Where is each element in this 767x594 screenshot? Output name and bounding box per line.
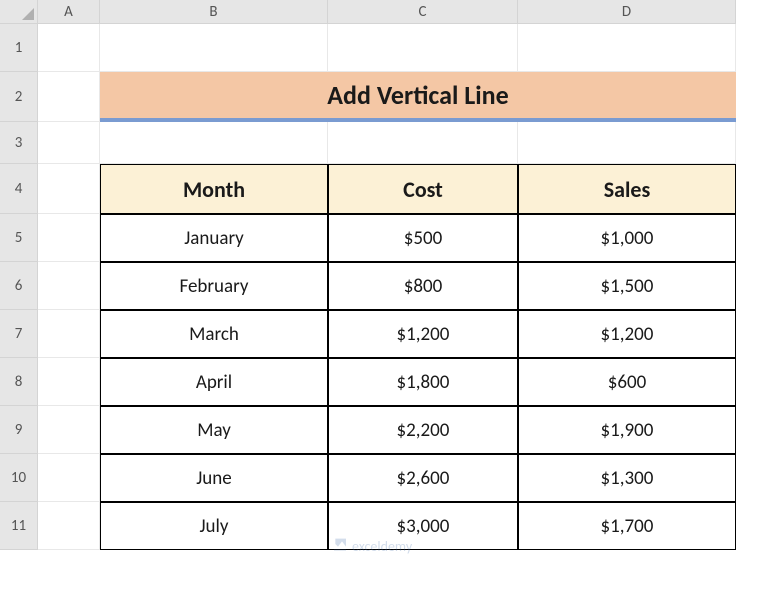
cell-a7[interactable] [38, 310, 100, 358]
col-header-b[interactable]: B [100, 0, 328, 24]
cell-b1[interactable] [100, 24, 328, 72]
header-sales[interactable]: Sales [518, 164, 736, 214]
row-header-8[interactable]: 8 [0, 358, 38, 406]
row-header-11[interactable]: 11 [0, 502, 38, 550]
select-all-corner[interactable] [0, 0, 38, 24]
cell-a2[interactable] [38, 72, 100, 122]
row-header-7[interactable]: 7 [0, 310, 38, 358]
row-header-9[interactable]: 9 [0, 406, 38, 454]
cell-a3[interactable] [38, 122, 100, 164]
cell-sales-1[interactable]: $1,500 [518, 262, 736, 310]
cell-cost-1[interactable]: $800 [328, 262, 518, 310]
header-cost[interactable]: Cost [328, 164, 518, 214]
cell-month-4[interactable]: May [100, 406, 328, 454]
cell-d3[interactable] [518, 122, 736, 164]
cell-a4[interactable] [38, 164, 100, 214]
cell-cost-5[interactable]: $2,600 [328, 454, 518, 502]
row-header-4[interactable]: 4 [0, 164, 38, 214]
cell-cost-3[interactable]: $1,800 [328, 358, 518, 406]
row-header-5[interactable]: 5 [0, 214, 38, 262]
cell-sales-2[interactable]: $1,200 [518, 310, 736, 358]
cell-a6[interactable] [38, 262, 100, 310]
cell-a8[interactable] [38, 358, 100, 406]
cell-c1[interactable] [328, 24, 518, 72]
cell-cost-2[interactable]: $1,200 [328, 310, 518, 358]
title-cell[interactable]: Add Vertical Line [100, 72, 736, 122]
col-header-a[interactable]: A [38, 0, 100, 24]
cell-sales-5[interactable]: $1,300 [518, 454, 736, 502]
cell-month-3[interactable]: April [100, 358, 328, 406]
row-header-3[interactable]: 3 [0, 122, 38, 164]
cell-a10[interactable] [38, 454, 100, 502]
cell-c3[interactable] [328, 122, 518, 164]
cell-sales-0[interactable]: $1,000 [518, 214, 736, 262]
spreadsheet: A B C D 1 2 Add Vertical Line 3 4 Month … [0, 0, 767, 550]
row-header-1[interactable]: 1 [0, 24, 38, 72]
cell-a1[interactable] [38, 24, 100, 72]
cell-month-0[interactable]: January [100, 214, 328, 262]
cell-d1[interactable] [518, 24, 736, 72]
row-header-6[interactable]: 6 [0, 262, 38, 310]
cell-a11[interactable] [38, 502, 100, 550]
col-header-c[interactable]: C [328, 0, 518, 24]
cell-a5[interactable] [38, 214, 100, 262]
cell-sales-4[interactable]: $1,900 [518, 406, 736, 454]
col-header-d[interactable]: D [518, 0, 736, 24]
header-month[interactable]: Month [100, 164, 328, 214]
cell-cost-4[interactable]: $2,200 [328, 406, 518, 454]
row-header-10[interactable]: 10 [0, 454, 38, 502]
cell-sales-3[interactable]: $600 [518, 358, 736, 406]
cell-month-1[interactable]: February [100, 262, 328, 310]
cell-b3[interactable] [100, 122, 328, 164]
cell-cost-0[interactable]: $500 [328, 214, 518, 262]
cell-sales-6[interactable]: $1,700 [518, 502, 736, 550]
cell-month-2[interactable]: March [100, 310, 328, 358]
cell-month-6[interactable]: July [100, 502, 328, 550]
cell-month-5[interactable]: June [100, 454, 328, 502]
cell-a9[interactable] [38, 406, 100, 454]
row-header-2[interactable]: 2 [0, 72, 38, 122]
cell-cost-6[interactable]: $3,000 [328, 502, 518, 550]
